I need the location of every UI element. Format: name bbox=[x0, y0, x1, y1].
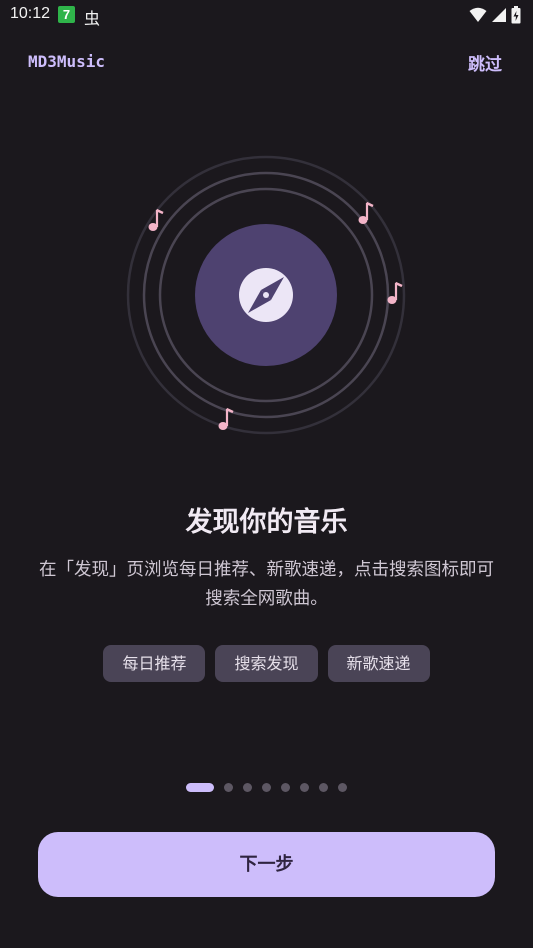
status-time: 10:12 bbox=[10, 5, 51, 22]
feature-chips: 每日推荐 搜索发现 新歌速递 bbox=[0, 645, 533, 682]
notification-badge-icon: 7 bbox=[58, 6, 75, 23]
music-note-icon bbox=[218, 407, 234, 430]
onboarding-heading: 发现你的音乐 bbox=[185, 507, 348, 538]
skip-button[interactable]: 跳过 bbox=[468, 50, 502, 75]
page-dot bbox=[300, 783, 309, 792]
chip-search-discover: 搜索发现 bbox=[215, 645, 318, 682]
music-note-icon bbox=[358, 201, 374, 224]
page-dot-active bbox=[186, 783, 214, 792]
music-note-icon bbox=[387, 281, 403, 304]
system-icons bbox=[469, 6, 521, 24]
discover-illustration bbox=[126, 155, 406, 435]
wifi-icon bbox=[469, 7, 487, 22]
page-dot bbox=[319, 783, 328, 792]
debug-bug-icon: 虫 bbox=[84, 9, 101, 28]
onboarding-description: 在「发现」页浏览每日推荐、新歌速递，点击搜索图标即可搜索全网歌曲。 bbox=[39, 560, 494, 609]
app-title: MD3Music bbox=[28, 52, 106, 71]
status-bar: 10:12 7 虫 bbox=[0, 0, 533, 30]
page-dot bbox=[338, 783, 347, 792]
signal-icon bbox=[492, 8, 506, 22]
page-dot bbox=[224, 783, 233, 792]
chip-daily-recommend: 每日推荐 bbox=[103, 645, 206, 682]
compass-icon bbox=[239, 268, 293, 322]
page-dot bbox=[243, 783, 252, 792]
page-dot bbox=[262, 783, 271, 792]
next-button[interactable]: 下一步 bbox=[38, 832, 495, 897]
chip-new-releases: 新歌速递 bbox=[327, 645, 430, 682]
page-dot bbox=[281, 783, 290, 792]
page-indicator bbox=[0, 783, 533, 792]
battery-icon bbox=[511, 6, 521, 24]
